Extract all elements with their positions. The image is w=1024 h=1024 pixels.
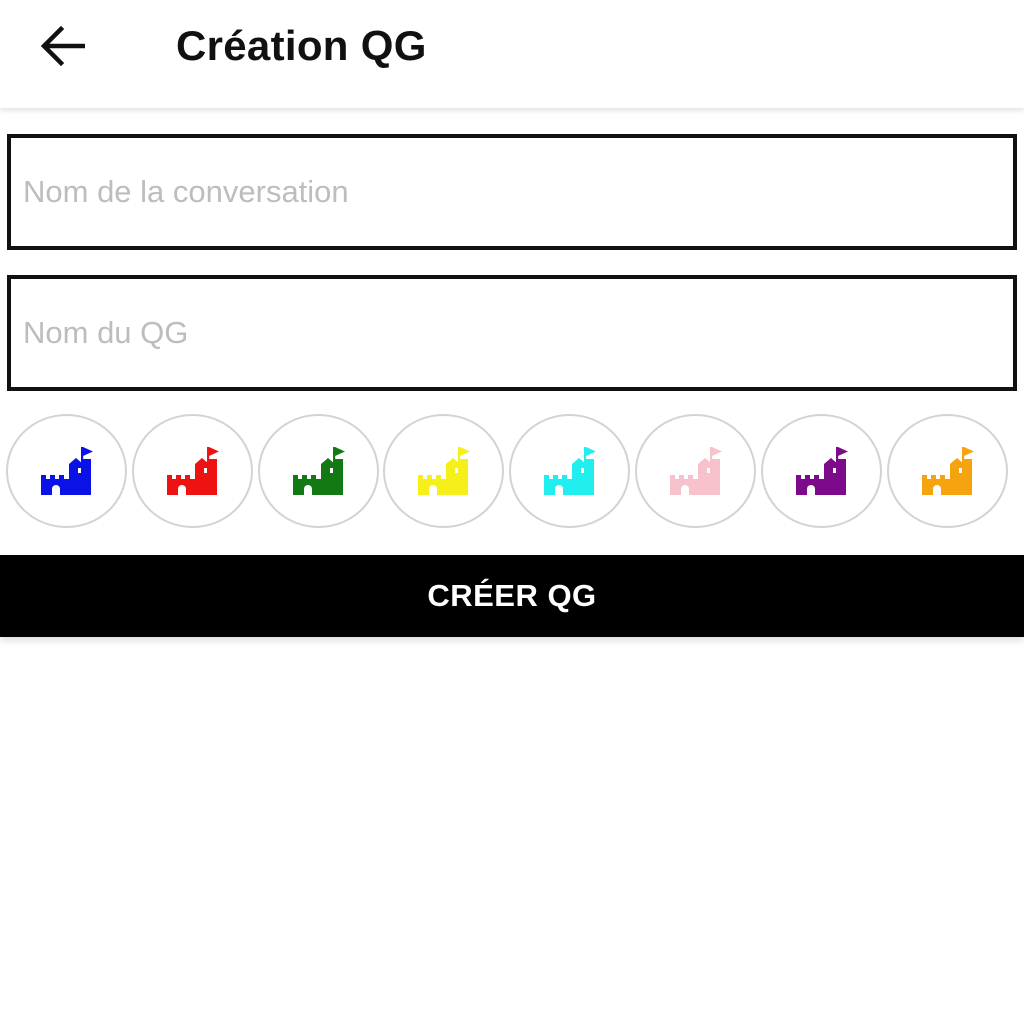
color-option-cyan[interactable] <box>509 414 630 528</box>
hq-name-input[interactable] <box>11 279 1013 387</box>
castle-icon <box>292 447 345 495</box>
castle-icon <box>795 447 848 495</box>
color-picker <box>6 414 1024 532</box>
color-option-green[interactable] <box>258 414 379 528</box>
hq-name-field <box>7 275 1017 391</box>
castle-icon <box>669 447 722 495</box>
castle-icon <box>166 447 219 495</box>
app-bar: Création QG <box>0 0 1024 108</box>
castle-icon <box>543 447 596 495</box>
conversation-name-field <box>7 134 1017 250</box>
castle-icon <box>921 447 974 495</box>
castle-icon <box>40 447 93 495</box>
color-option-blue[interactable] <box>6 414 127 528</box>
conversation-name-input[interactable] <box>11 138 1013 246</box>
color-option-orange[interactable] <box>887 414 1008 528</box>
castle-icon <box>417 447 470 495</box>
back-button[interactable] <box>30 18 94 74</box>
color-option-pink[interactable] <box>635 414 756 528</box>
create-hq-button[interactable]: CRÉER QG <box>0 555 1024 637</box>
color-option-yellow[interactable] <box>383 414 504 528</box>
color-option-red[interactable] <box>132 414 253 528</box>
arrow-left-icon <box>40 26 85 66</box>
color-option-purple[interactable] <box>761 414 882 528</box>
page-title: Création QG <box>176 22 427 69</box>
